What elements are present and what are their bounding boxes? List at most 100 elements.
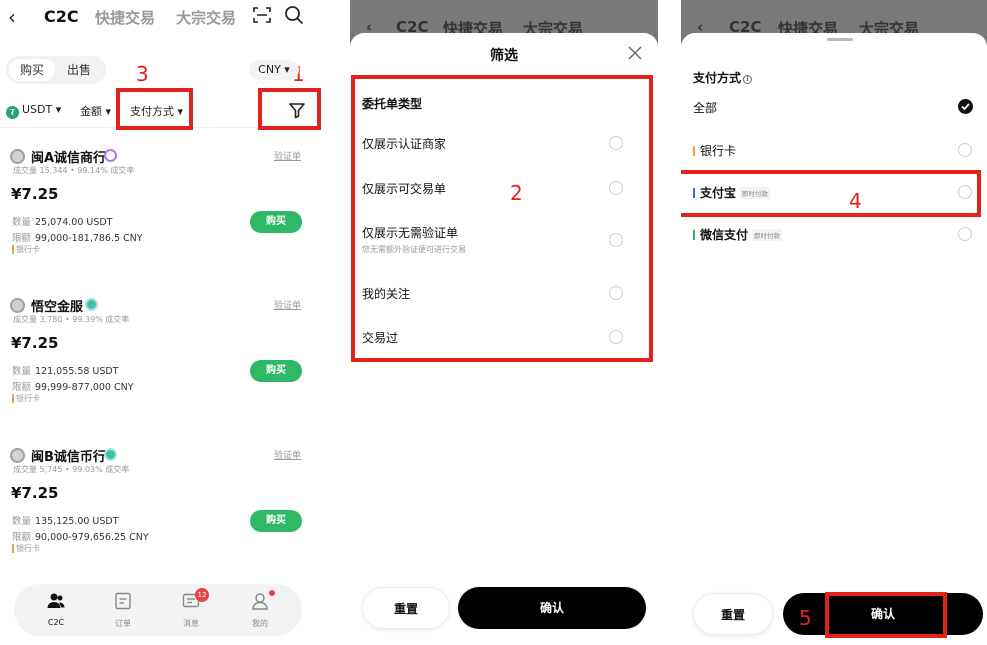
tab-quick-trade[interactable]: 快捷交易	[95, 7, 155, 28]
nav-profile[interactable]: 我的	[235, 590, 285, 629]
nav-orders-label: 订单	[115, 619, 131, 628]
quantity-value: 25,074.00 USDT	[35, 217, 113, 228]
payment-option-label: 全部	[693, 101, 718, 115]
tab-c2c[interactable]: C2C	[44, 7, 79, 26]
limit: 限额 99,000-181,786.5 CNY	[12, 230, 143, 244]
payment-method-tag: 银行卡	[12, 544, 40, 553]
close-icon[interactable]	[628, 46, 642, 60]
checkmark-icon	[961, 103, 970, 111]
bank-color-bar	[693, 146, 695, 156]
nav-c2c[interactable]: C2C	[31, 592, 81, 627]
confirm-button[interactable]: 确认	[458, 587, 646, 629]
highlight-filter-button	[258, 88, 321, 130]
buy-sell-toggle: 购买 出售	[6, 56, 106, 84]
reset-button[interactable]: 重置	[362, 587, 450, 629]
trade-stats: 成交量 5,745 • 99.03% 成交率	[13, 465, 130, 474]
merchant-avatar	[10, 448, 25, 463]
nav-profile-label: 我的	[252, 619, 268, 628]
step-marker-3: 3	[136, 62, 149, 86]
limit-label: 限额	[12, 532, 32, 543]
top-nav: ‹ C2C 快捷交易 大宗交易	[0, 0, 322, 36]
nav-c2c-label: C2C	[47, 618, 65, 627]
currency-select[interactable]: CNY ▾	[249, 60, 299, 80]
buy-button[interactable]: 购买	[250, 510, 302, 532]
trade-stats: 成交量 3,780 • 99.39% 成交率	[13, 315, 130, 324]
drag-handle[interactable]	[827, 38, 853, 41]
quantity: 数量 121,055.58 USDT	[12, 363, 119, 377]
step-marker-4: 4	[849, 189, 862, 213]
limit: 限额 99,999-877,000 CNY	[12, 379, 134, 393]
payment-method-tag: 银行卡	[12, 245, 40, 254]
bottom-nav: C2C 订单 12 消息 我的	[14, 584, 302, 636]
merchant-verified-badge-icon	[104, 448, 117, 461]
quantity-value: 121,055.58 USDT	[35, 366, 119, 377]
quantity: 数量 135,125.00 USDT	[12, 513, 119, 527]
orders-icon	[115, 592, 131, 610]
payment-option-bank[interactable]: 银行卡	[693, 142, 736, 159]
step-marker-2: 2	[510, 181, 523, 205]
reset-button[interactable]: 重置	[693, 593, 773, 635]
verify-order-link[interactable]: 验证单	[274, 149, 301, 162]
merchant-name[interactable]: 闽A诚信商行	[31, 147, 106, 166]
merchant-name[interactable]: 闽B诚信币行	[31, 446, 106, 465]
listing-card: 悟空金服 验证单 成交量 3,780 • 99.39% 成交率 ¥7.25 数量…	[10, 296, 310, 421]
price: ¥7.25	[11, 334, 59, 352]
info-icon[interactable]: i	[743, 75, 753, 84]
payment-method-tag: 银行卡	[12, 394, 40, 403]
filter-screen: ‹ C2C 快捷交易 大宗交易 筛选 委托单类型 仅展示认证商家 仅展示可交易单…	[350, 0, 658, 645]
nav-orders[interactable]: 订单	[98, 592, 148, 629]
coin-select[interactable]: ₮ USDT ▾	[6, 103, 61, 119]
limit-value: 90,000-979,656.25 CNY	[35, 532, 149, 543]
trade-stats: 成交量 15,344 • 99.14% 成交率	[13, 166, 135, 175]
limit-label: 限额	[12, 382, 32, 393]
payment-sheet: 支付方式 i 全部 银行卡 支付宝 即时付款 微信支付 即时付款 重置 确认	[681, 33, 987, 645]
step-marker-5: 5	[799, 606, 812, 630]
quantity-label: 数量	[12, 366, 32, 377]
profile-icon	[252, 593, 268, 610]
highlight-payment-filter	[116, 88, 193, 130]
payment-option-label: 银行卡	[700, 144, 737, 158]
limit-label: 限额	[12, 233, 32, 244]
usdt-icon: ₮	[6, 106, 19, 119]
quantity-label: 数量	[12, 217, 32, 228]
scan-icon[interactable]	[253, 6, 271, 24]
highlight-confirm-button	[825, 592, 947, 638]
payment-option-radio[interactable]	[958, 143, 972, 157]
sheet-title-text: 支付方式	[693, 71, 742, 85]
amount-select[interactable]: 金额 ▾	[80, 103, 111, 119]
merchant-verified-badge-icon	[104, 149, 117, 162]
buy-button[interactable]: 购买	[250, 211, 302, 233]
merchant-avatar	[10, 298, 25, 313]
quantity-value: 135,125.00 USDT	[35, 516, 119, 527]
merchant-name[interactable]: 悟空金服	[31, 296, 83, 315]
sheet-title: 筛选	[490, 48, 518, 64]
payment-option-radio[interactable]	[958, 227, 972, 241]
payment-method-screen: ‹ C2C 快捷交易 大宗交易 支付方式 i 全部 银行卡 支付宝 即时付款 微信支…	[681, 0, 987, 645]
search-icon[interactable]	[284, 5, 304, 25]
dimmed-header: ‹ C2C 快捷交易 大宗交易	[350, 0, 658, 38]
verify-order-link[interactable]: 验证单	[274, 448, 301, 461]
nav-messages[interactable]: 12 消息	[166, 588, 216, 629]
coin-select-label: USDT ▾	[22, 103, 62, 116]
buy-button[interactable]: 购买	[250, 360, 302, 382]
instant-pay-tag: 即时付款	[752, 229, 783, 241]
c2c-list-screen: ‹ C2C 快捷交易 大宗交易 购买 出售 3 1 CNY ▾ ₮ USDT ▾ …	[0, 0, 322, 645]
unread-badge: 12	[195, 588, 209, 602]
price: ¥7.25	[11, 185, 59, 203]
payment-option-label: 微信支付	[700, 228, 749, 242]
limit-value: 99,000-181,786.5 CNY	[35, 233, 143, 244]
verify-order-link[interactable]: 验证单	[274, 298, 301, 311]
listing-card: 闽B诚信币行 验证单 成交量 5,745 • 99.03% 成交率 ¥7.25 …	[10, 446, 310, 571]
notification-dot	[269, 590, 275, 596]
selected-check-icon[interactable]	[958, 99, 973, 114]
back-icon[interactable]: ‹	[8, 5, 16, 29]
payment-option-all[interactable]: 全部	[693, 99, 717, 116]
payment-option-wechat[interactable]: 微信支付 即时付款	[693, 226, 783, 243]
price: ¥7.25	[11, 484, 59, 502]
listing-card: 闽A诚信商行 验证单 成交量 15,344 • 99.14% 成交率 ¥7.25…	[10, 147, 310, 272]
merchant-avatar	[10, 149, 25, 164]
buy-segment[interactable]: 购买	[9, 59, 55, 81]
highlight-order-type-options	[351, 75, 653, 362]
tab-block-trade[interactable]: 大宗交易	[176, 7, 236, 28]
sell-segment[interactable]: 出售	[56, 59, 102, 81]
